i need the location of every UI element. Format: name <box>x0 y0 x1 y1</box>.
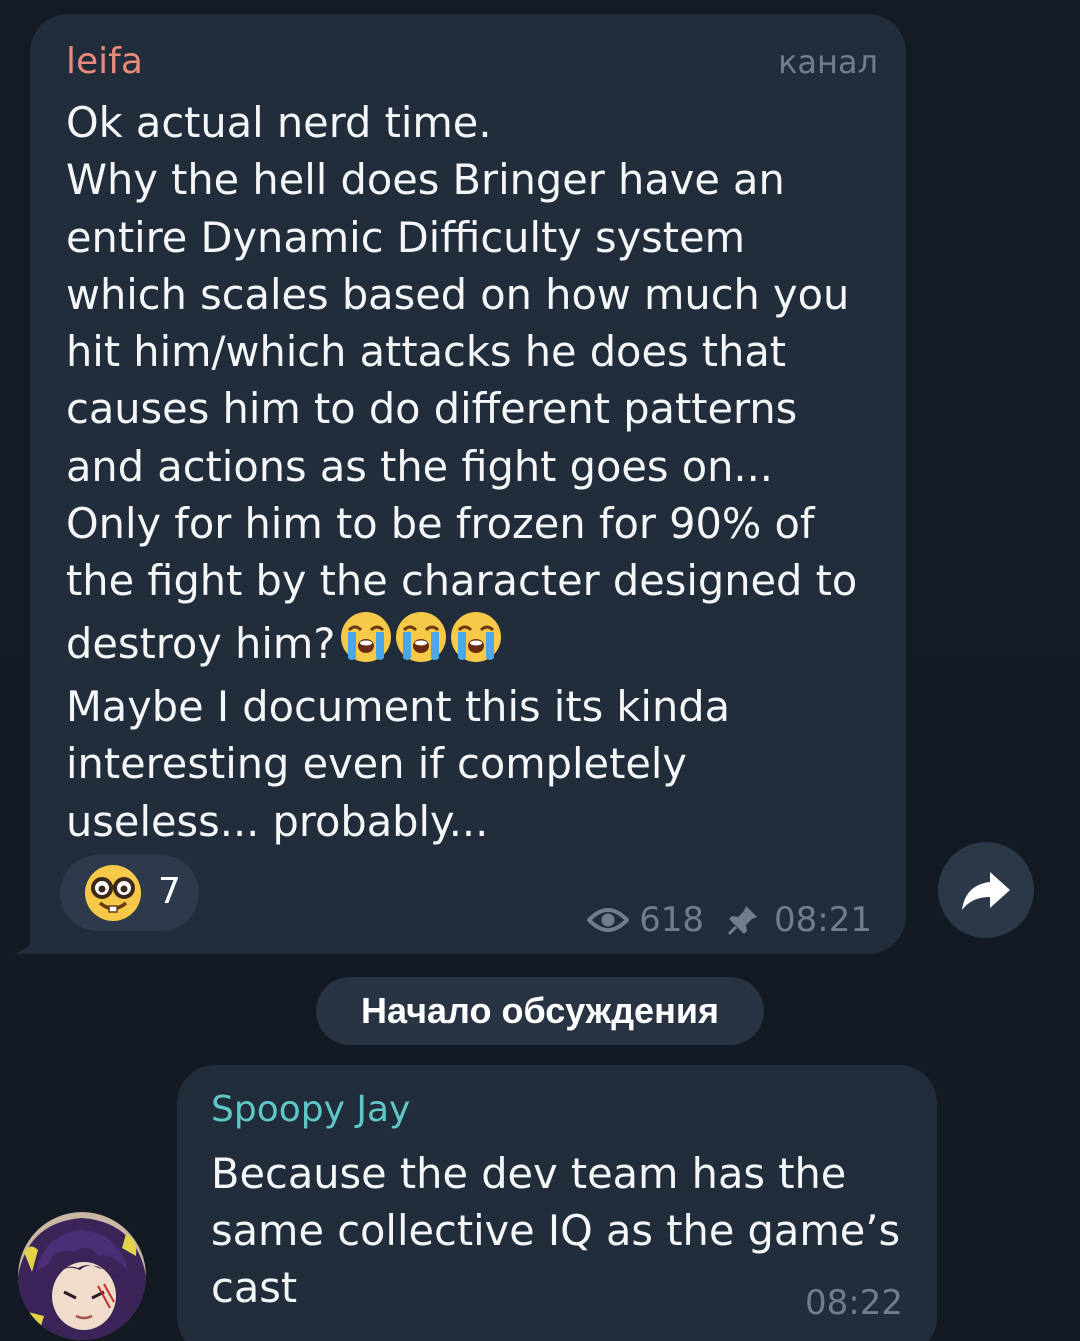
loudly-crying-face-icon <box>451 611 502 662</box>
post-text-line: the fight by the character designed to <box>66 556 858 606</box>
reply-time: 08:22 <box>805 1283 903 1323</box>
channel-post-bubble[interactable]: leifa канал Ok actual nerd time. Why the… <box>30 14 906 954</box>
post-text: Ok actual nerd time. Why the hell does B… <box>66 94 881 850</box>
post-text-line: Ok actual nerd time. <box>66 98 492 147</box>
share-button[interactable] <box>938 842 1034 938</box>
reply-message-bubble[interactable]: Spoopy Jay Because the dev team has the … <box>177 1065 937 1341</box>
loudly-crying-face-icon <box>396 611 447 662</box>
eye-icon <box>587 908 630 932</box>
discussion-start-label: Начало обсуждения <box>316 977 764 1045</box>
post-text-line: Maybe I document this its kinda <box>66 681 731 731</box>
reply-text-line: same collective IQ as the game’s <box>211 1206 901 1255</box>
loudly-crying-face-icon <box>341 611 392 662</box>
reaction-chip-nerd[interactable]: 7 <box>60 855 199 931</box>
reply-author-name[interactable]: Spoopy Jay <box>211 1087 410 1133</box>
reply-text-line: Because the dev team has the <box>211 1149 847 1198</box>
post-text-line: and actions as the fight goes on... <box>66 441 773 491</box>
share-arrow-icon <box>962 872 1010 910</box>
post-text-line: which scales based on how much you <box>66 269 850 319</box>
pin-icon <box>727 906 758 936</box>
post-text-line: hit him/which attacks he does that <box>66 327 787 377</box>
post-text-line: causes him to do different patterns <box>66 384 798 434</box>
post-time: 08:21 <box>774 900 872 940</box>
post-text-line: interesting even if completely <box>66 739 687 789</box>
post-text-line: Why the hell does Bringer have an <box>66 155 785 205</box>
view-count: 618 <box>639 900 705 940</box>
post-text-line: useless... probably... <box>66 796 489 846</box>
avatar[interactable] <box>18 1212 146 1340</box>
post-text-fragment: destroy him? <box>66 618 336 668</box>
anime-avatar-icon <box>18 1212 146 1340</box>
post-text-line-with-emoji: destroy him? <box>66 610 881 678</box>
channel-badge: канал <box>778 43 878 81</box>
nerd-face-icon <box>85 865 141 921</box>
post-text-line: Only for him to be frozen for 90% of <box>66 499 815 549</box>
crying-emoji-group <box>339 610 504 678</box>
post-author-name[interactable]: leifa <box>66 40 143 84</box>
post-text-line: entire Dynamic Difficulty system <box>66 212 746 262</box>
reaction-count: 7 <box>158 871 181 912</box>
chat-screen: leifa канал Ok actual nerd time. Why the… <box>0 0 1080 1341</box>
post-meta: 618 08:21 <box>587 898 872 942</box>
